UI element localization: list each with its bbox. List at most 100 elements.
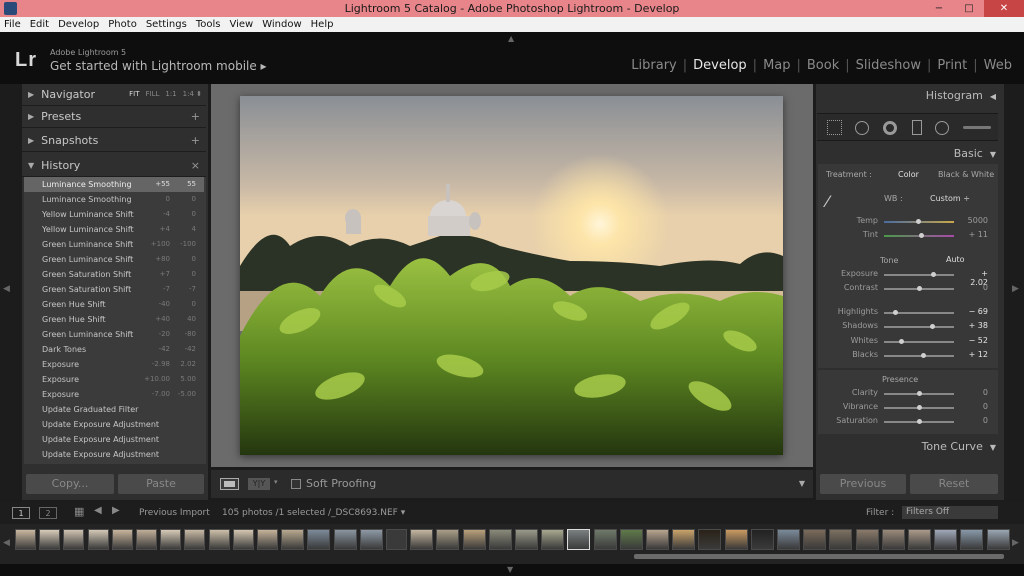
history-item[interactable]: Yellow Luminance Shift +4 4 xyxy=(24,222,204,237)
slider-value-clarity[interactable]: 0 xyxy=(964,388,988,397)
history-item[interactable]: Luminance Smoothing +55 55 xyxy=(24,177,204,192)
history-item[interactable]: Exposure -7.00 -5.00 xyxy=(24,387,204,402)
slider-track-exposure[interactable] xyxy=(884,274,954,276)
filmstrip-scrollbar[interactable] xyxy=(634,554,1004,559)
filmstrip-thumbnail[interactable] xyxy=(87,529,109,550)
filmstrip-thumbnail[interactable] xyxy=(881,529,905,550)
history-item[interactable]: Green Luminance Shift +100 -100 xyxy=(24,237,204,252)
filmstrip-thumbnail[interactable] xyxy=(410,529,434,550)
menu-tools[interactable]: Tools xyxy=(196,19,221,30)
module-map[interactable]: Map xyxy=(763,58,790,73)
before-after-view-button[interactable]: Y|Y xyxy=(248,478,270,490)
filmstrip-thumbnail[interactable] xyxy=(462,529,486,550)
filter-select[interactable]: Filters Off xyxy=(902,506,998,519)
selection-info[interactable]: 105 photos /1 selected /_DSC8693.NEF ▾ xyxy=(222,508,405,518)
filmstrip-thumbnail[interactable] xyxy=(184,529,206,550)
filmstrip-thumbnail[interactable] xyxy=(829,529,853,550)
wb-preset-select[interactable]: Custom ÷ xyxy=(930,194,970,203)
filmstrip-thumbnail[interactable] xyxy=(15,529,36,550)
histogram-panel-header[interactable]: Histogram ◀ xyxy=(926,89,996,102)
zoom-fit[interactable]: FIT xyxy=(129,90,139,98)
zoom-1-4[interactable]: 1:4 ⬍ xyxy=(183,90,202,98)
history-item[interactable]: Update Graduated Filter xyxy=(24,402,204,417)
slider-value-temp[interactable]: 5000 xyxy=(964,216,988,225)
history-item[interactable]: Update Exposure Adjustment xyxy=(24,417,204,432)
menu-file[interactable]: File xyxy=(4,19,21,30)
red-eye-tool-icon[interactable] xyxy=(883,121,897,135)
adjustment-brush-tool-icon[interactable] xyxy=(963,126,991,129)
lightroom-mobile-link[interactable]: Get started with Lightroom mobile ▸ xyxy=(50,59,267,73)
filmstrip-thumbnail[interactable] xyxy=(908,529,931,550)
filmstrip-thumbnail[interactable] xyxy=(541,529,565,550)
history-item[interactable]: Green Luminance Shift +80 0 xyxy=(24,252,204,267)
slider-value-shadows[interactable]: + 38 xyxy=(964,321,988,330)
history-item[interactable]: Yellow Luminance Shift -4 0 xyxy=(24,207,204,222)
back-arrow-icon[interactable]: ◀ xyxy=(94,505,102,516)
filmstrip-thumbnail[interactable] xyxy=(281,529,305,550)
slider-value-contrast[interactable]: 0 xyxy=(964,283,988,292)
filmstrip-thumbnail[interactable] xyxy=(515,529,538,550)
slider-knob-clarity[interactable] xyxy=(917,391,922,396)
collapse-right-arrow-icon[interactable]: ▶ xyxy=(1012,284,1019,294)
collapse-bottom-arrow-icon[interactable]: ▼ xyxy=(507,565,513,574)
filmstrip-thumbnail[interactable] xyxy=(934,529,958,550)
filmstrip-thumbnail[interactable] xyxy=(208,529,230,550)
main-photo[interactable] xyxy=(240,96,783,455)
history-item[interactable]: Exposure +10.00 5.00 xyxy=(24,372,204,387)
snapshots-panel-header[interactable]: ▶ Snapshots + xyxy=(22,130,206,152)
filmstrip-thumbnail[interactable] xyxy=(488,529,512,550)
previous-button[interactable]: Previous xyxy=(820,474,906,494)
history-item[interactable]: Update Exposure Adjustment xyxy=(24,432,204,447)
menu-settings[interactable]: Settings xyxy=(146,19,187,30)
collapse-left-arrow-icon[interactable]: ◀ xyxy=(3,284,10,294)
add-preset-icon[interactable]: + xyxy=(191,110,200,123)
basic-panel-header[interactable]: Basic ▼ xyxy=(954,147,996,160)
filmstrip-thumbnail[interactable] xyxy=(698,529,722,550)
filmstrip-thumbnail[interactable] xyxy=(777,529,800,550)
filmstrip-thumbnail[interactable] xyxy=(960,529,984,550)
filmstrip-thumbnail[interactable] xyxy=(672,529,696,550)
filmstrip-thumbnail[interactable] xyxy=(855,529,879,550)
white-balance-eyedropper-icon[interactable]: ⁄ xyxy=(826,192,846,212)
menu-help[interactable]: Help xyxy=(311,19,334,30)
history-item[interactable]: Update Exposure Adjustment xyxy=(24,447,204,462)
filmstrip-thumbnail[interactable] xyxy=(39,529,61,550)
history-item[interactable]: Exposure -2.98 2.02 xyxy=(24,357,204,372)
filmstrip-left-arrow-icon[interactable]: ◀ xyxy=(3,538,10,548)
filmstrip-thumbnail[interactable] xyxy=(619,529,643,550)
soft-proofing-checkbox[interactable] xyxy=(291,479,301,489)
slider-value-whites[interactable]: − 52 xyxy=(964,336,988,345)
slider-knob-contrast[interactable] xyxy=(917,286,922,291)
history-item[interactable]: Green Hue Shift +40 40 xyxy=(24,312,204,327)
filmstrip-thumbnail[interactable] xyxy=(386,529,407,550)
slider-knob-whites[interactable] xyxy=(898,339,904,344)
slider-value-highlights[interactable]: − 69 xyxy=(964,307,988,316)
history-item[interactable]: Green Luminance Shift -20 -80 xyxy=(24,327,204,342)
module-library[interactable]: Library xyxy=(631,58,676,73)
menu-edit[interactable]: Edit xyxy=(30,19,49,30)
slider-value-vibrance[interactable]: 0 xyxy=(964,402,988,411)
slider-knob-saturation[interactable] xyxy=(917,419,922,424)
loupe-view-icon[interactable] xyxy=(220,478,239,490)
source-label[interactable]: Previous Import xyxy=(139,508,210,518)
filmstrip-thumbnail[interactable] xyxy=(803,529,827,550)
filmstrip-thumbnail[interactable] xyxy=(359,529,383,550)
collapse-top-arrow-icon[interactable]: ▲ xyxy=(508,34,514,43)
menu-view[interactable]: View xyxy=(229,19,253,30)
slider-value-blacks[interactable]: + 12 xyxy=(964,350,988,359)
zoom-fill[interactable]: FILL xyxy=(145,90,159,98)
slider-value-saturation[interactable]: 0 xyxy=(964,416,988,425)
history-item[interactable]: Luminance Smoothing 0 0 xyxy=(24,192,204,207)
filmstrip-thumbnail[interactable] xyxy=(593,529,617,550)
window-2-button[interactable]: 2 xyxy=(39,507,57,519)
module-slideshow[interactable]: Slideshow xyxy=(856,58,921,73)
presets-panel-header[interactable]: ▶ Presets + xyxy=(22,106,206,128)
zoom-1-1[interactable]: 1:1 xyxy=(165,90,176,98)
filmstrip-thumbnail[interactable] xyxy=(257,529,278,550)
menu-develop[interactable]: Develop xyxy=(58,19,99,30)
filmstrip-thumbnail[interactable] xyxy=(111,529,133,550)
filmstrip-thumbnail[interactable] xyxy=(750,529,774,550)
slider-knob-temp[interactable] xyxy=(915,219,921,224)
filmstrip-thumbnail[interactable] xyxy=(63,529,85,550)
treatment-bw-option[interactable]: Black & White xyxy=(938,170,994,179)
